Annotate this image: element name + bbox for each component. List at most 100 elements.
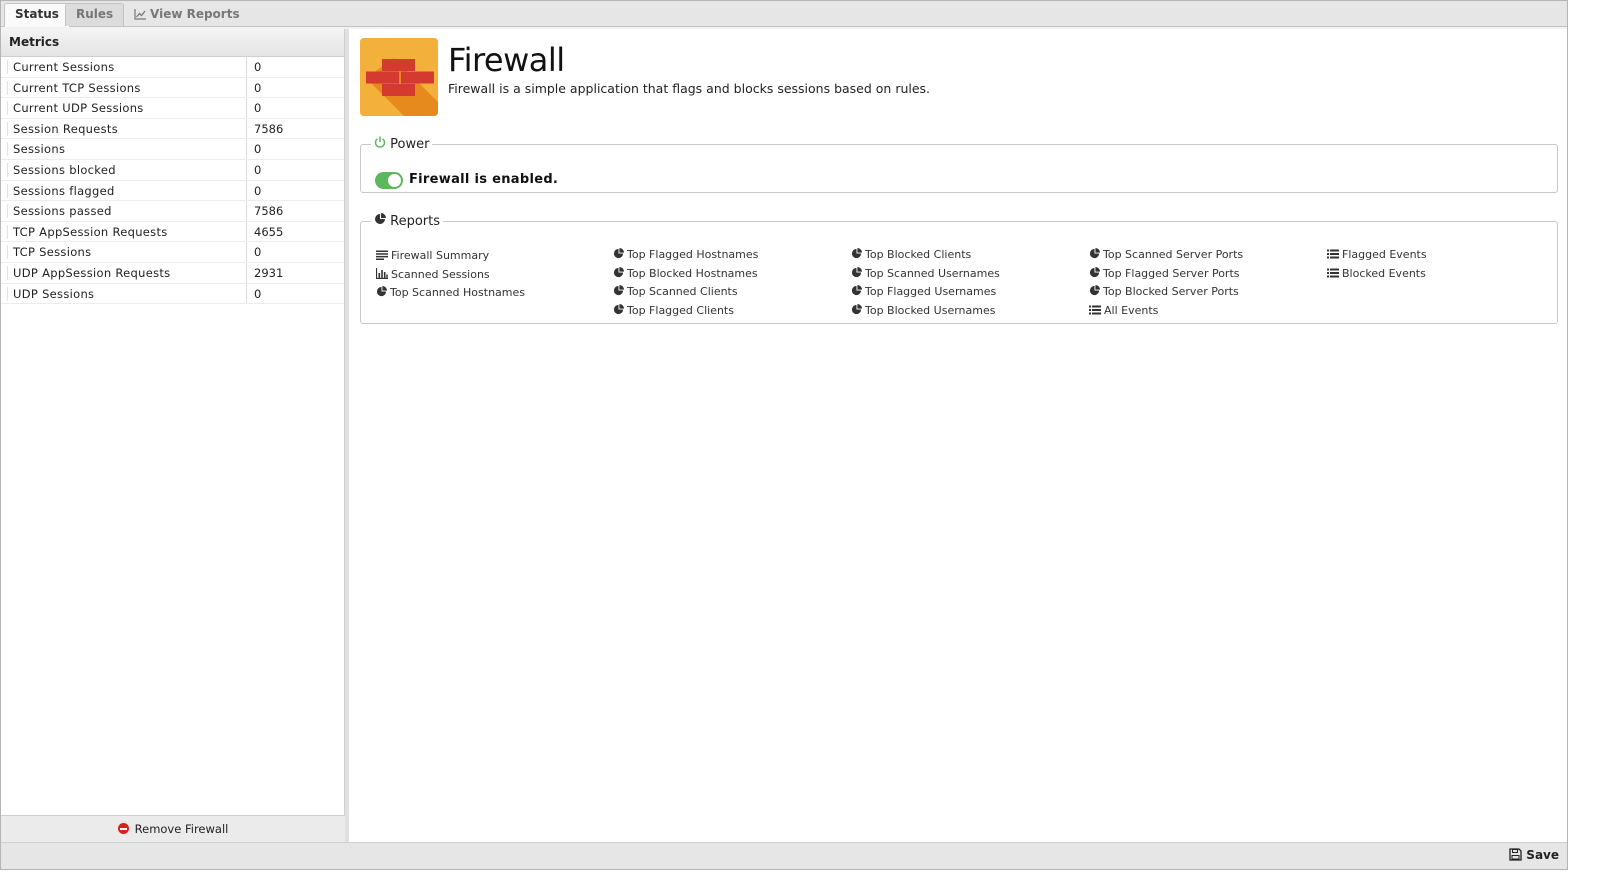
report-link[interactable]: Top Flagged Server Ports (1089, 266, 1240, 280)
report-link-label: Top Scanned Clients (627, 285, 738, 299)
remove-app-button[interactable]: Remove Firewall (1, 815, 345, 842)
report-link-label: Top Flagged Usernames (865, 285, 997, 299)
report-link[interactable]: Top Blocked Server Ports (1089, 285, 1239, 298)
metric-value: 7586 (246, 118, 345, 139)
row-grip (2, 286, 8, 301)
report-link-label: Top Flagged Hostnames (627, 248, 759, 261)
main-panel: Firewall Firewall is a simple applicatio… (349, 29, 1567, 842)
tab-view-reports-label: View Reports (150, 7, 240, 21)
pie-chart-icon (613, 285, 627, 298)
report-link-label: Firewall Summary (391, 249, 490, 262)
pie-chart-icon (851, 248, 865, 261)
row-grip (2, 80, 8, 95)
reports-legend: Reports (371, 213, 443, 229)
reports-section: Reports Firewall Summary Scanned Sessions… (360, 213, 1558, 324)
metric-row: Sessions passed 7586 (1, 201, 344, 222)
pie-chart-icon (374, 213, 386, 229)
tab-status[interactable]: Status (4, 3, 70, 27)
metric-row: UDP AppSession Requests 2931 (1, 262, 345, 284)
metric-row: Sessions blocked 0 (1, 159, 345, 181)
row-grip (2, 265, 8, 280)
metric-name: UDP AppSession Requests (13, 265, 171, 280)
row-grip (2, 142, 8, 157)
tab-rules[interactable]: Rules (65, 3, 125, 26)
pie-chart-icon (1089, 266, 1103, 280)
report-link-label: Top Blocked Hostnames (627, 266, 758, 280)
power-status-text: Firewall is enabled. (409, 172, 559, 187)
report-link[interactable]: Top Scanned Server Ports (1089, 248, 1243, 261)
power-icon (374, 136, 386, 152)
metric-value: 0 (246, 242, 345, 262)
report-link[interactable]: Flagged Events (1327, 248, 1427, 261)
pie-chart-icon (613, 304, 627, 317)
metric-row: Sessions flagged 0 (1, 180, 345, 202)
report-link[interactable]: Scanned Sessions (375, 267, 490, 281)
save-button[interactable]: Save (1509, 848, 1559, 862)
metric-row: Session Requests 7586 (1, 118, 345, 140)
report-link-label: Top Flagged Clients (627, 304, 734, 318)
app-description: Firewall is a simple application that fl… (448, 81, 931, 96)
metric-name: Session Requests (13, 121, 119, 136)
report-link[interactable]: Top Blocked Usernames (851, 304, 995, 317)
report-link-label: All Events (1104, 304, 1159, 318)
metric-value: 4655 (246, 221, 345, 242)
save-label: Save (1526, 848, 1559, 862)
row-grip (2, 60, 8, 74)
metric-row: TCP AppSession Requests 4655 (1, 221, 345, 243)
power-toggle[interactable] (375, 172, 403, 189)
report-link-label: Top Scanned Server Ports (1103, 248, 1244, 261)
pie-chart-icon (1089, 248, 1103, 261)
pie-chart-icon (376, 286, 390, 299)
app-window: Status Rules View Reports Metrics Curren… (0, 0, 1568, 870)
metric-row: UDP Sessions 0 (1, 283, 345, 305)
pie-chart-icon (613, 266, 627, 280)
reports-legend-label: Reports (390, 214, 441, 229)
metric-name: UDP Sessions (13, 286, 95, 301)
metric-name: Sessions blocked (13, 162, 116, 177)
report-link-label: Blocked Events (1342, 266, 1426, 280)
report-link[interactable]: Firewall Summary (376, 249, 489, 262)
report-link[interactable]: Blocked Events (1327, 267, 1426, 280)
pie-chart-icon (851, 266, 865, 280)
remove-icon (117, 823, 129, 834)
app-title: Firewall (448, 41, 565, 79)
power-legend-label: Power (390, 137, 430, 152)
metric-row: Current TCP Sessions 0 (1, 77, 345, 99)
metric-value: 0 (246, 77, 345, 98)
metric-value: 0 (246, 139, 345, 159)
report-link[interactable]: Top Scanned Hostnames (376, 286, 525, 299)
pie-chart-icon (1089, 285, 1103, 298)
metric-value: 0 (246, 180, 345, 201)
row-grip (2, 204, 8, 219)
metric-name: Current TCP Sessions (13, 80, 141, 95)
metrics-title: Metrics (1, 29, 344, 57)
tab-bar: Status Rules View Reports (1, 1, 1567, 27)
report-link[interactable]: Top Flagged Clients (613, 304, 734, 317)
metric-name: Current UDP Sessions (13, 101, 144, 116)
pie-chart-icon (851, 285, 865, 298)
metric-row: TCP Sessions 0 (1, 242, 344, 263)
report-link[interactable]: All Events (1089, 304, 1158, 317)
report-link[interactable]: Top Blocked Hostnames (613, 266, 758, 280)
report-link[interactable]: Top Flagged Usernames (851, 285, 996, 298)
tab-view-reports[interactable]: View Reports (123, 3, 251, 26)
row-grip (2, 183, 8, 198)
power-section: Power Firewall is enabled. (360, 136, 1558, 193)
report-link-label: Top Flagged Server Ports (1103, 266, 1240, 280)
metric-value: 2931 (246, 262, 345, 283)
report-link[interactable]: Top Blocked Clients (851, 248, 971, 261)
metric-value: 0 (246, 159, 345, 180)
metric-value: 0 (246, 283, 345, 304)
line-chart-icon (134, 7, 150, 21)
row-grip (2, 162, 8, 177)
report-link[interactable]: Top Scanned Usernames (851, 266, 1000, 280)
report-link[interactable]: Top Flagged Hostnames (613, 248, 758, 261)
report-link[interactable]: Top Scanned Clients (613, 285, 738, 298)
brick-wall-icon (360, 38, 438, 116)
metric-name: Current Sessions (13, 60, 115, 74)
power-legend: Power (371, 136, 432, 152)
row-grip (2, 224, 8, 239)
metrics-grid: Current Sessions 0 Current TCP Sessions 0 Cu… (1, 57, 345, 305)
metric-name: Sessions flagged (13, 183, 115, 198)
report-link-label: Top Blocked Clients (865, 248, 972, 261)
